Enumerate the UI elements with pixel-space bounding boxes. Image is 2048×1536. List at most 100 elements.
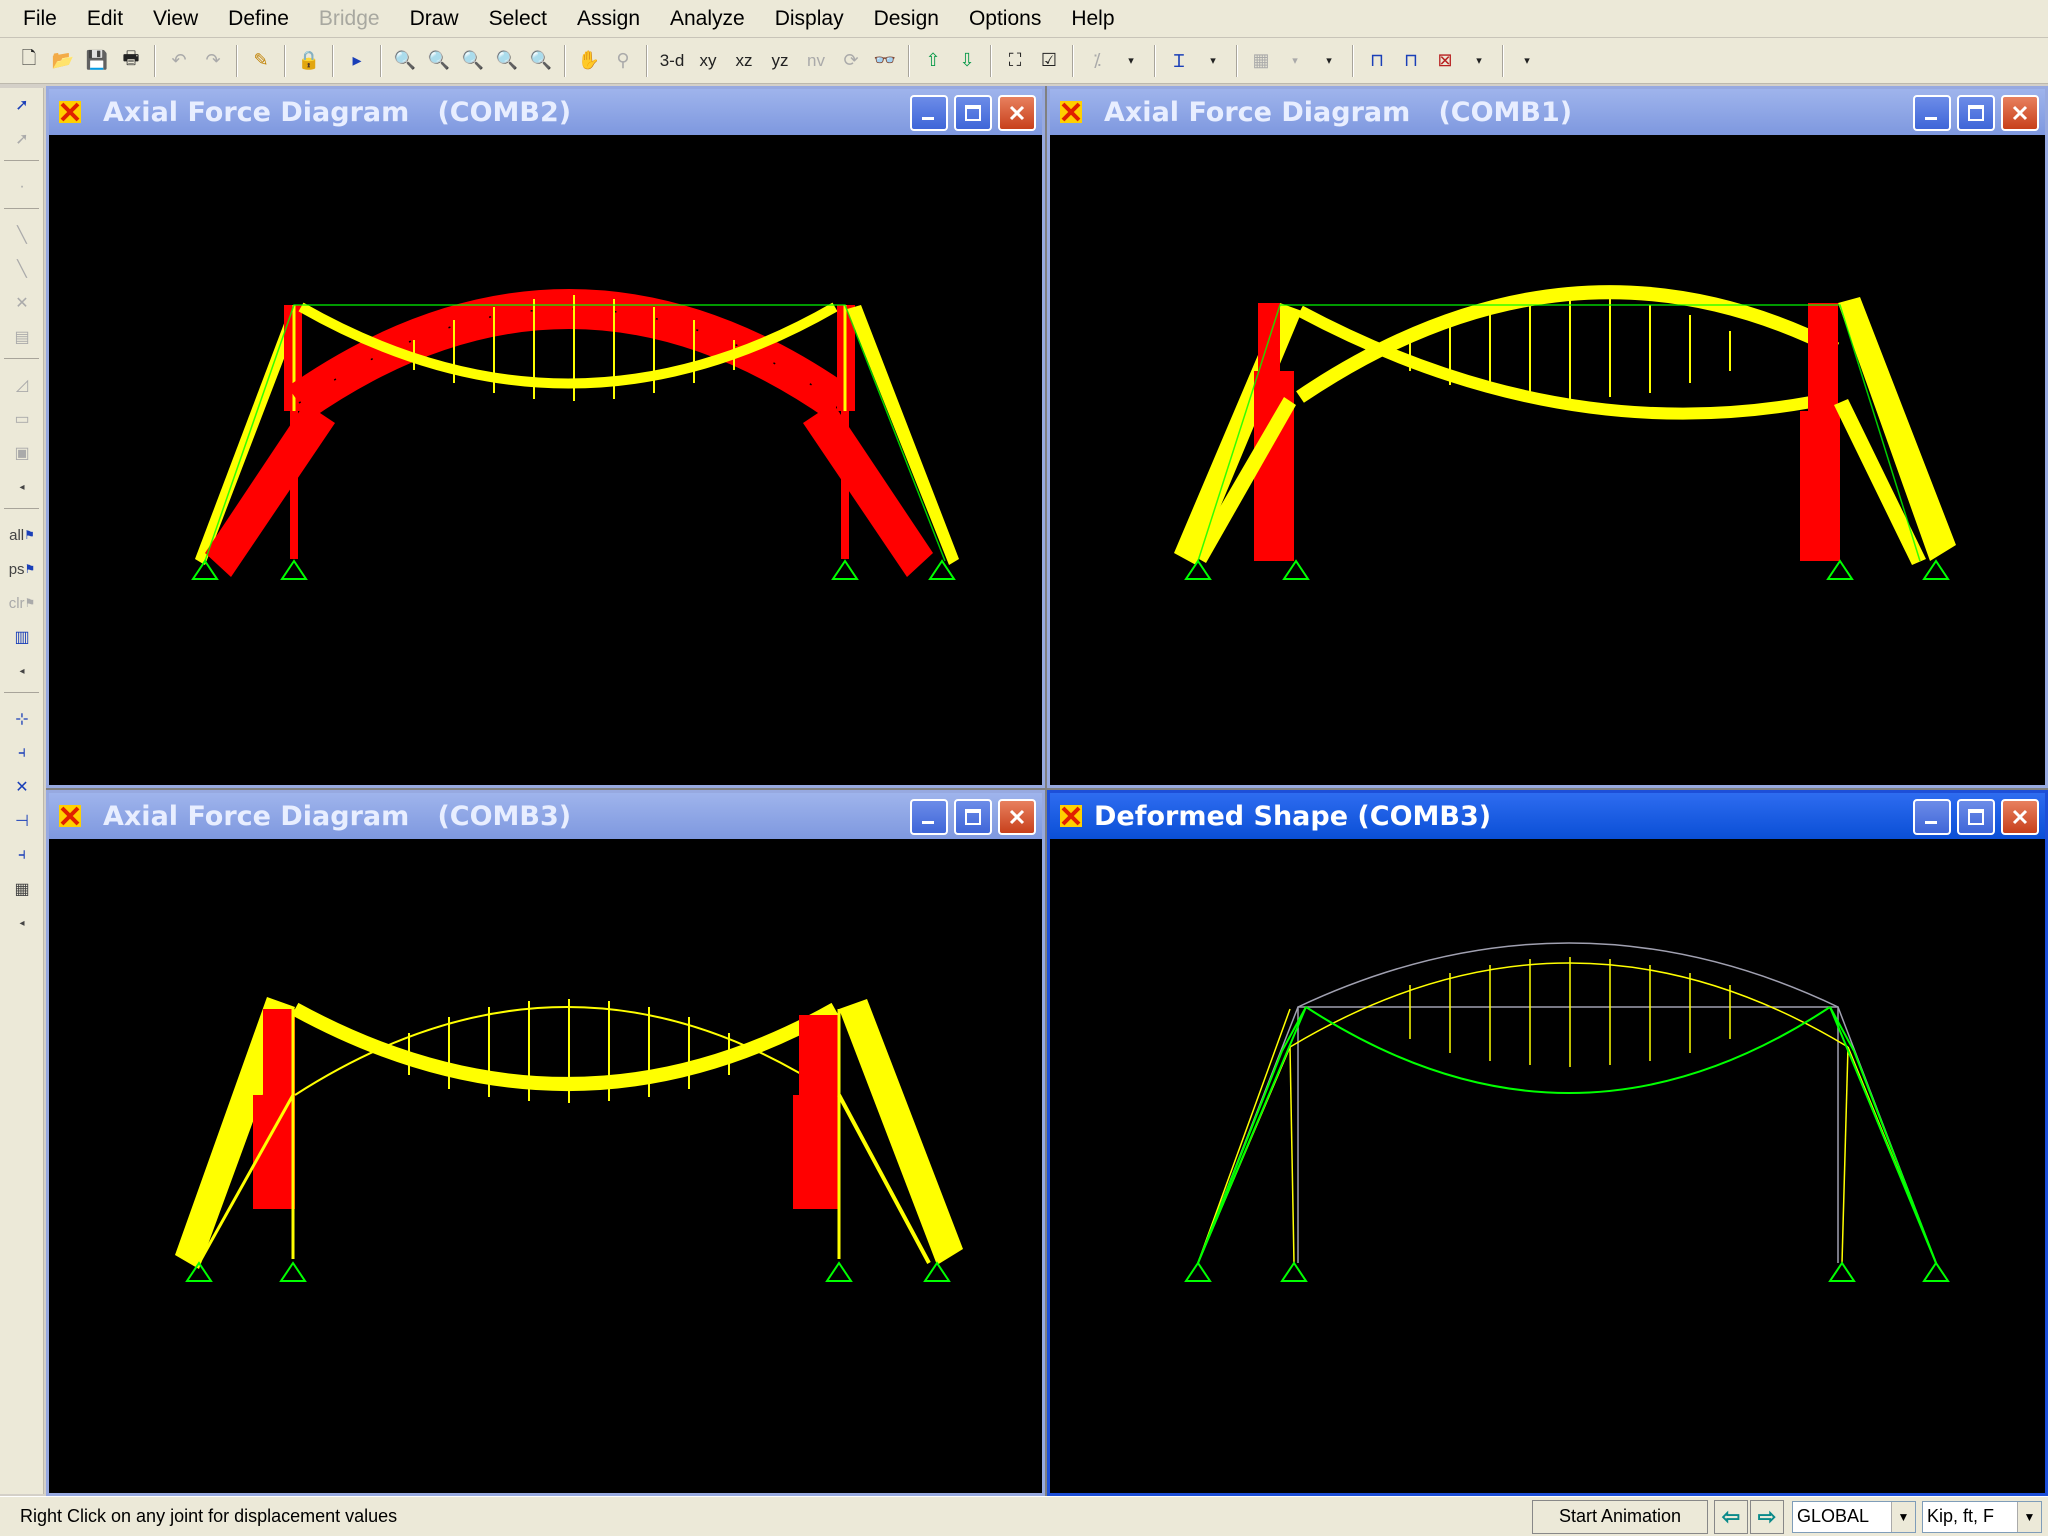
axial-force-window-comb3[interactable]: Axial Force Diagram (COMB3) (46, 790, 1045, 1496)
sap-app-icon[interactable] (1056, 97, 1086, 127)
maximize-button[interactable] (954, 95, 992, 131)
assign-icon[interactable]: ⁒ (1080, 44, 1114, 78)
menu-select[interactable]: Select (474, 7, 562, 31)
snap-to-intersections-icon[interactable]: ✕ (2, 770, 42, 804)
frame-icon[interactable]: ⊓ (1360, 44, 1394, 78)
minimize-button[interactable] (1913, 95, 1951, 131)
close-button[interactable] (2001, 799, 2039, 835)
menu-edit[interactable]: Edit (72, 7, 138, 31)
draw-section-cut-icon[interactable]: ▤ (2, 320, 42, 354)
zoom-out-icon[interactable]: 🔍 (524, 44, 558, 78)
window-titlebar[interactable]: Axial Force Diagram (COMB2) (49, 89, 1042, 135)
expand-arrow-icon[interactable]: ◂ (2, 470, 42, 504)
expand-arrow-icon[interactable]: ◂ (2, 654, 42, 688)
view-3d-button[interactable]: 3-d (654, 44, 690, 78)
rubber-band-zoom-icon[interactable]: 🔍 (388, 44, 422, 78)
select-all-button[interactable]: all ⚑ (2, 518, 42, 552)
expand-arrow-icon[interactable]: ◂ (2, 906, 42, 940)
quick-draw-brace-icon[interactable]: ✕ (2, 286, 42, 320)
menu-file[interactable]: File (8, 7, 72, 31)
close-button[interactable] (998, 799, 1036, 835)
snap-to-perpendicular-icon[interactable]: ⊣ (2, 804, 42, 838)
undo-icon[interactable]: ↶ (162, 44, 196, 78)
draw-joint-icon[interactable]: · (2, 170, 42, 204)
view-xz-button[interactable]: xz (726, 44, 762, 78)
coordinate-system-select[interactable]: GLOBAL ▼ (1792, 1500, 1916, 1533)
object-shrink-icon[interactable]: ⛶ (998, 44, 1032, 78)
new-model-icon[interactable]: 🗋 (12, 44, 46, 78)
maximize-button[interactable] (1957, 95, 1995, 131)
frame-brace-icon[interactable]: ⊓ (1394, 44, 1428, 78)
maximize-button[interactable] (1957, 799, 1995, 835)
menu-display[interactable]: Display (760, 7, 859, 31)
dropdown-arrow-icon[interactable]: ▾ (1114, 44, 1148, 78)
menu-bridge[interactable]: Bridge (304, 7, 395, 31)
measure-icon[interactable]: ⚲ (606, 44, 640, 78)
quick-draw-area-icon[interactable]: ▣ (2, 436, 42, 470)
print-icon[interactable]: 🖶 (114, 44, 148, 78)
model-canvas[interactable] (49, 839, 1042, 1493)
menu-draw[interactable]: Draw (395, 7, 474, 31)
minimize-button[interactable] (1913, 799, 1951, 835)
minimize-button[interactable] (910, 799, 948, 835)
intersecting-line-select-icon[interactable]: ▥ (2, 620, 42, 654)
save-icon[interactable]: 💾 (80, 44, 114, 78)
move-up-icon[interactable]: ⇧ (916, 44, 950, 78)
close-button[interactable] (998, 95, 1036, 131)
zoom-in-icon[interactable]: 🔍 (490, 44, 524, 78)
sap-app-icon[interactable] (55, 801, 85, 831)
run-analysis-icon[interactable]: ▸ (340, 44, 374, 78)
menu-assign[interactable]: Assign (562, 7, 655, 31)
maximize-button[interactable] (954, 799, 992, 835)
pencil-icon[interactable]: ✎ (244, 44, 278, 78)
menu-options[interactable]: Options (954, 7, 1056, 31)
view-yz-button[interactable]: yz (762, 44, 798, 78)
dropdown-arrow-icon[interactable]: ▾ (1462, 44, 1496, 78)
model-canvas[interactable] (49, 135, 1042, 785)
model-canvas[interactable] (1050, 839, 2045, 1493)
pan-icon[interactable]: ✋ (572, 44, 606, 78)
area-section-icon[interactable]: ▦ (1244, 44, 1278, 78)
menu-analyze[interactable]: Analyze (655, 7, 760, 31)
close-button[interactable] (2001, 95, 2039, 131)
restore-full-view-icon[interactable]: 🔍 (422, 44, 456, 78)
snap-to-midpoints-icon[interactable]: ⫞ (2, 736, 42, 770)
units-select[interactable]: Kip, ft, F ▼ (1922, 1500, 2042, 1533)
move-down-icon[interactable]: ⇩ (950, 44, 984, 78)
sap-app-icon[interactable] (55, 97, 85, 127)
chevron-down-icon[interactable]: ▼ (1891, 1501, 1915, 1532)
snap-to-lines-icon[interactable]: ⫞ (2, 838, 42, 872)
chevron-down-icon[interactable]: ▼ (2017, 1501, 2041, 1532)
draw-poly-area-icon[interactable]: ◿ (2, 368, 42, 402)
clear-selection-button[interactable]: clr ⚑ (2, 586, 42, 620)
draw-rect-area-icon[interactable]: ▭ (2, 402, 42, 436)
restore-previous-zoom-icon[interactable]: 🔍 (456, 44, 490, 78)
previous-selection-button[interactable]: ps ⚑ (2, 552, 42, 586)
start-animation-button[interactable]: Start Animation (1532, 1499, 1708, 1534)
view-xy-button[interactable]: xy (690, 44, 726, 78)
dropdown-arrow-icon[interactable]: ▾ (1510, 44, 1544, 78)
draw-frame-icon[interactable]: ╲ (2, 218, 42, 252)
dropdown-arrow-icon[interactable]: ▾ (1196, 44, 1230, 78)
frame-x-icon[interactable]: ⊠ (1428, 44, 1462, 78)
pointer-icon[interactable]: ➚ (2, 88, 42, 122)
section-icon[interactable]: Ɪ (1162, 44, 1196, 78)
menu-help[interactable]: Help (1056, 7, 1129, 31)
quick-draw-frame-icon[interactable]: ╲ (2, 252, 42, 286)
lock-icon[interactable]: 🔒 (292, 44, 326, 78)
view-nv-button[interactable]: nv (798, 44, 834, 78)
window-titlebar[interactable]: Deformed Shape (COMB3) (1050, 793, 2045, 839)
next-arrow-icon[interactable]: ⇨ (1750, 1499, 1784, 1534)
model-canvas[interactable] (1050, 135, 2045, 785)
window-titlebar[interactable]: Axial Force Diagram (COMB3) (49, 793, 1042, 839)
window-titlebar[interactable]: Axial Force Diagram (COMB1) (1050, 89, 2045, 135)
redo-icon[interactable]: ↷ (196, 44, 230, 78)
dropdown-arrow-icon[interactable]: ▾ (1278, 44, 1312, 78)
axial-force-window-comb2[interactable]: Axial Force Diagram (COMB2) (46, 86, 1045, 788)
previous-arrow-icon[interactable]: ⇦ (1714, 1499, 1748, 1534)
sap-app-icon[interactable] (1056, 801, 1086, 831)
open-file-icon[interactable]: 📂 (46, 44, 80, 78)
perspective-icon[interactable]: 👓 (868, 44, 902, 78)
set-display-options-icon[interactable]: ☑ (1032, 44, 1066, 78)
menu-define[interactable]: Define (213, 7, 304, 31)
